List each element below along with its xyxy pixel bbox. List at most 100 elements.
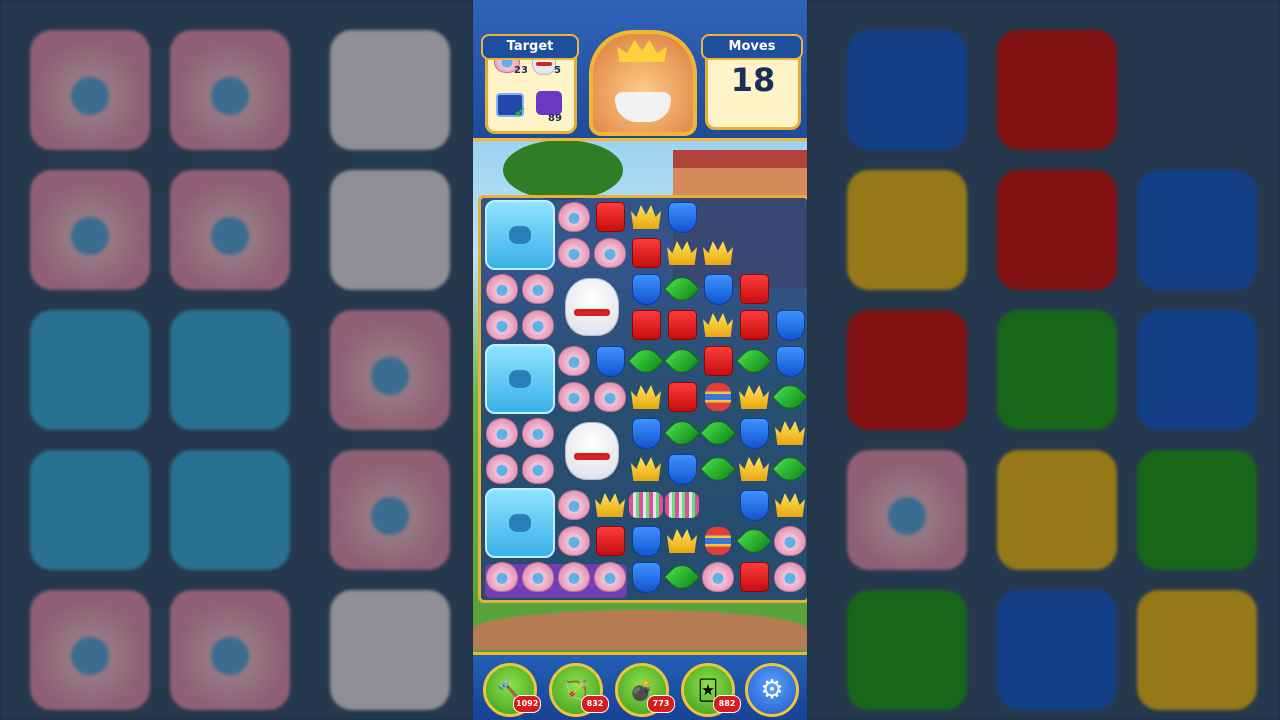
green-leaf-tile-icon: [699, 414, 737, 452]
blue-shield-tile[interactable]: [665, 200, 699, 234]
green-leaf-tile[interactable]: [771, 450, 807, 488]
green-leaf-tile[interactable]: [771, 378, 807, 416]
red-box-tile[interactable]: [737, 272, 771, 306]
shell-tile[interactable]: [521, 560, 555, 594]
red-box-tile[interactable]: [629, 236, 663, 270]
green-leaf-tile[interactable]: [663, 270, 701, 308]
red-box-tile[interactable]: [737, 308, 771, 342]
shell-tile[interactable]: [521, 416, 555, 450]
gold-crown-tile[interactable]: [773, 488, 807, 522]
shell-tile[interactable]: [593, 380, 627, 414]
gold-crown-tile[interactable]: [665, 236, 699, 270]
shell-tile[interactable]: [773, 524, 807, 558]
settings-button[interactable]: ⚙: [745, 663, 799, 717]
polar-bear[interactable]: [557, 416, 627, 486]
target-count-purple: 89: [548, 113, 562, 124]
blue-shield-tile[interactable]: [629, 524, 663, 558]
green-leaf-tile[interactable]: [699, 414, 737, 452]
red-box-tile[interactable]: [593, 200, 627, 234]
shell-tile[interactable]: [485, 452, 519, 486]
shell-tile[interactable]: [485, 308, 519, 342]
blue-shield-tile-icon: [595, 345, 625, 377]
blue-shield-tile[interactable]: [593, 344, 627, 378]
gold-crown-tile[interactable]: [629, 380, 663, 414]
red-box-tile[interactable]: [737, 560, 771, 594]
shell-tile[interactable]: [557, 200, 591, 234]
shell-tile-icon: [522, 310, 554, 340]
blue-shield-tile[interactable]: [737, 416, 771, 450]
spinner-tile[interactable]: [701, 524, 735, 558]
gold-crown-tile[interactable]: [701, 308, 735, 342]
blue-shield-tile[interactable]: [629, 560, 663, 594]
blue-shield-tile[interactable]: [737, 488, 771, 522]
spinner-tile[interactable]: [701, 380, 735, 414]
blue-shield-tile[interactable]: [773, 344, 807, 378]
red-box-tile[interactable]: [593, 524, 627, 558]
gold-crown-tile[interactable]: [665, 524, 699, 558]
green-leaf-tile-icon: [735, 342, 773, 380]
blue-shield-tile[interactable]: [629, 416, 663, 450]
rocket-blast[interactable]: [665, 488, 699, 522]
blue-shield-tile[interactable]: [773, 308, 807, 342]
shell-tile-icon: [594, 382, 626, 412]
polar-bear[interactable]: [557, 272, 627, 342]
target-count-bear: 5: [554, 65, 561, 76]
red-box-tile[interactable]: [665, 380, 699, 414]
ice-block[interactable]: [485, 344, 555, 414]
shell-tile[interactable]: [593, 560, 627, 594]
gold-crown-tile[interactable]: [629, 452, 663, 486]
green-leaf-tile[interactable]: [663, 342, 701, 380]
background-tile: [1137, 310, 1257, 430]
shell-tile[interactable]: [593, 236, 627, 270]
shell-tile[interactable]: [701, 560, 735, 594]
background-tile: [847, 310, 967, 430]
gold-crown-tile[interactable]: [629, 200, 663, 234]
shell-tile-icon: [702, 562, 734, 592]
green-leaf-tile[interactable]: [735, 342, 773, 380]
blue-shield-tile[interactable]: [665, 452, 699, 486]
red-box-tile[interactable]: [665, 308, 699, 342]
green-leaf-tile[interactable]: [699, 450, 737, 488]
green-leaf-tile[interactable]: [663, 558, 701, 596]
gold-crown-tile-icon: [631, 205, 661, 229]
shell-tile[interactable]: [557, 488, 591, 522]
background-tile: [30, 450, 150, 570]
gold-crown-tile[interactable]: [737, 380, 771, 414]
ice-block[interactable]: [485, 488, 555, 558]
blue-shield-tile-icon: [739, 417, 769, 449]
blue-shield-tile[interactable]: [701, 272, 735, 306]
blue-shield-tile[interactable]: [629, 272, 663, 306]
background-tile: [847, 170, 967, 290]
shell-tile[interactable]: [557, 236, 591, 270]
green-leaf-tile[interactable]: [735, 522, 773, 560]
gold-crown-tile[interactable]: [773, 416, 807, 450]
shell-tile[interactable]: [773, 560, 807, 594]
blue-shield-tile-icon: [631, 525, 661, 557]
rocket-blast[interactable]: [629, 488, 663, 522]
shell-tile[interactable]: [557, 560, 591, 594]
green-leaf-tile[interactable]: [663, 414, 701, 452]
background-tile: [330, 590, 450, 710]
shell-tile-icon: [594, 562, 626, 592]
gold-crown-tile[interactable]: [701, 236, 735, 270]
blue-shield-tile-icon: [739, 489, 769, 521]
red-box-tile[interactable]: [701, 344, 735, 378]
green-leaf-tile[interactable]: [627, 342, 665, 380]
shell-tile-icon: [486, 454, 518, 484]
red-box-tile[interactable]: [629, 308, 663, 342]
gold-crown-tile[interactable]: [593, 488, 627, 522]
shell-tile[interactable]: [557, 380, 591, 414]
shell-tile[interactable]: [485, 560, 519, 594]
shell-tile[interactable]: [521, 308, 555, 342]
ice-block[interactable]: [485, 200, 555, 270]
background-tile: [997, 170, 1117, 290]
gold-crown-tile-icon: [775, 493, 805, 517]
blue-shield-tile-icon: [667, 453, 697, 485]
shell-tile[interactable]: [557, 344, 591, 378]
shell-tile[interactable]: [485, 416, 519, 450]
shell-tile[interactable]: [557, 524, 591, 558]
gold-crown-tile[interactable]: [737, 452, 771, 486]
shell-tile[interactable]: [521, 452, 555, 486]
shell-tile[interactable]: [521, 272, 555, 306]
shell-tile[interactable]: [485, 272, 519, 306]
